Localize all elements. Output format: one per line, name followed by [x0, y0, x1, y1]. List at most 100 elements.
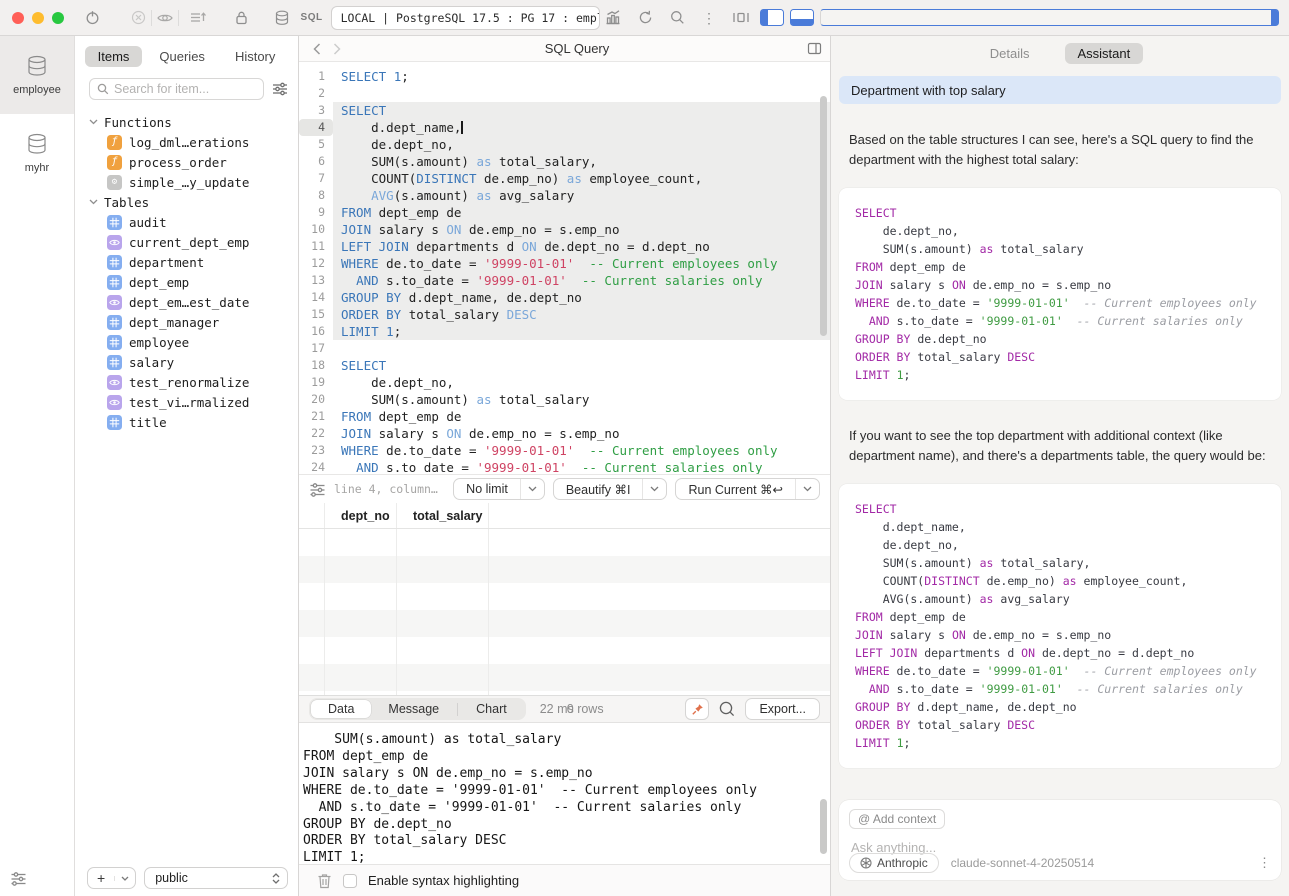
connection-status-icon[interactable]	[84, 6, 102, 30]
results-tab-data[interactable]: Data	[311, 700, 371, 718]
tree-item-process_order[interactable]: ƒprocess_order	[89, 152, 298, 172]
editor-line-code[interactable]: COUNT(DISTINCT de.emp_no) as employee_co…	[333, 170, 830, 187]
tree-item-test_virmalized[interactable]: test_vi…rmalized	[89, 392, 298, 412]
add-item-chevron[interactable]	[114, 876, 135, 881]
editor-line-code[interactable]: LIMIT 1;	[333, 323, 830, 340]
editor-line-code[interactable]: GROUP BY d.dept_name, de.dept_no	[333, 289, 830, 306]
tree-item-log_dmlerations[interactable]: ƒlog_dml…erations	[89, 132, 298, 152]
pin-results-button[interactable]	[685, 698, 709, 720]
editor-line-code[interactable]: JOIN salary s ON de.emp_no = s.emp_no	[333, 425, 830, 442]
results-tab-chart[interactable]: Chart	[459, 700, 524, 718]
toggle-left-panel-button[interactable]	[760, 9, 784, 26]
chevron-down-icon[interactable]	[520, 479, 544, 499]
toggle-right-panel-button[interactable]	[820, 9, 1279, 26]
refresh-icon[interactable]	[632, 6, 658, 30]
chart-icon[interactable]	[600, 6, 626, 30]
close-window-button[interactable]	[12, 12, 24, 24]
sidebar-tab-items[interactable]: Items	[85, 46, 143, 67]
editor-line-code[interactable]: AVG(s.amount) as avg_salary	[333, 187, 830, 204]
tree-item-dept_manager[interactable]: dept_manager	[89, 312, 298, 332]
editor-line-code[interactable]: SELECT	[333, 102, 830, 119]
more-options-icon[interactable]: ⋮	[696, 6, 722, 30]
editor-line-code[interactable]	[333, 340, 830, 357]
tree-section-tables[interactable]: Tables	[89, 192, 298, 212]
nav-back-icon[interactable]	[307, 43, 327, 55]
rail-item-employee[interactable]: employee	[0, 36, 74, 114]
editor-line-code[interactable]: SUM(s.amount) as total_salary,	[333, 153, 830, 170]
row-limit-button[interactable]: No limit	[453, 478, 545, 500]
message-scrollbar[interactable]	[820, 799, 827, 854]
chevron-down-icon[interactable]	[642, 479, 666, 499]
rail-item-myhr[interactable]: myhr	[0, 114, 74, 192]
tree-item-dept_emp[interactable]: dept_emp	[89, 272, 298, 292]
sidebar-tab-queries[interactable]: Queries	[146, 46, 218, 67]
editor-line-code[interactable]: WHERE de.to_date = '9999-01-01' -- Curre…	[333, 442, 830, 459]
editor-line-code[interactable]: AND s.to_date = '9999-01-01' -- Current …	[333, 459, 830, 474]
editor-line-code[interactable]: WHERE de.to_date = '9999-01-01' -- Curre…	[333, 255, 830, 272]
message-panel[interactable]: SUM(s.amount) as total_salaryFROM dept_e…	[299, 723, 830, 864]
split-editor-icon[interactable]	[807, 42, 822, 55]
editor-line-code[interactable]: FROM dept_emp de	[333, 204, 830, 221]
tree-item-audit[interactable]: audit	[89, 212, 298, 232]
syntax-highlighting-checkbox[interactable]	[343, 874, 357, 888]
editor-line-code[interactable]: JOIN salary s ON de.emp_no = s.emp_no	[333, 221, 830, 238]
search-icon[interactable]	[664, 6, 690, 30]
preview-eye-icon[interactable]	[156, 6, 174, 30]
column-header-total_salary[interactable]: total_salary	[397, 503, 489, 528]
row-number-gutter[interactable]	[299, 503, 325, 528]
zoom-window-button[interactable]	[52, 12, 64, 24]
provider-select[interactable]: Anthropic	[849, 853, 939, 873]
window-layout-icon[interactable]	[728, 6, 754, 30]
search-results-icon[interactable]	[718, 700, 736, 718]
sql-editor[interactable]: 1SELECT 1;23SELECT4 d.dept_name,5 de.dep…	[299, 62, 830, 474]
beautify-button[interactable]: Beautify ⌘I	[553, 478, 668, 500]
results-empty-row[interactable]	[299, 556, 830, 583]
export-button[interactable]: Export...	[745, 698, 820, 720]
results-empty-row[interactable]	[299, 583, 830, 610]
lock-icon[interactable]	[233, 6, 251, 30]
tree-item-department[interactable]: department	[89, 252, 298, 272]
tree-item-title[interactable]: title	[89, 412, 298, 432]
clear-messages-trash-icon[interactable]	[317, 873, 332, 889]
rail-filter-icon[interactable]	[10, 871, 27, 886]
editor-line-code[interactable]: de.dept_no,	[333, 136, 830, 153]
model-name[interactable]: claude-sonnet-4-20250514	[951, 856, 1094, 870]
right-tab-details[interactable]: Details	[977, 43, 1043, 64]
conversation-title-banner[interactable]: Department with top salary	[839, 76, 1281, 104]
window-title-field[interactable]: LOCAL | PostgreSQL 17.5 : PG 17 : employ…	[331, 6, 600, 30]
results-empty-row[interactable]	[299, 637, 830, 664]
tree-item-current_dept_emp[interactable]: current_dept_emp	[89, 232, 298, 252]
column-header-dept_no[interactable]: dept_no	[325, 503, 397, 528]
item-search-input[interactable]: Search for item...	[89, 78, 264, 100]
minimize-window-button[interactable]	[32, 12, 44, 24]
add-item-button[interactable]: +	[87, 867, 136, 889]
database-icon[interactable]	[273, 6, 291, 30]
composer-more-icon[interactable]: ⋮	[1258, 855, 1271, 871]
chevron-down-icon[interactable]	[795, 479, 819, 499]
toggle-bottom-panel-button[interactable]	[790, 9, 814, 26]
tree-item-employee[interactable]: employee	[89, 332, 298, 352]
results-empty-row[interactable]	[299, 529, 830, 556]
tree-section-functions[interactable]: Functions	[89, 112, 298, 132]
run-current-button[interactable]: Run Current ⌘↩	[675, 478, 820, 500]
tree-item-dept_emest_date[interactable]: dept_em…est_date	[89, 292, 298, 312]
editor-line-code[interactable]: SUM(s.amount) as total_salary	[333, 391, 830, 408]
nav-forward-icon[interactable]	[327, 43, 347, 55]
sidebar-filter-icon[interactable]	[272, 82, 288, 96]
add-context-chip[interactable]: @ Add context	[849, 809, 945, 829]
editor-line-code[interactable]: SELECT	[333, 357, 830, 374]
commit-changes-icon[interactable]	[189, 6, 207, 30]
editor-line-code[interactable]: ORDER BY total_salary DESC	[333, 306, 830, 323]
editor-line-code[interactable]	[333, 85, 830, 102]
tree-item-simple_y_update[interactable]: ⚙simple_…y_update	[89, 172, 298, 192]
results-tab-message[interactable]: Message	[371, 700, 456, 718]
results-empty-row[interactable]	[299, 664, 830, 691]
editor-line-code[interactable]: FROM dept_emp de	[333, 408, 830, 425]
editor-settings-icon[interactable]	[309, 482, 326, 497]
results-empty-row[interactable]	[299, 610, 830, 637]
tree-item-salary[interactable]: salary	[89, 352, 298, 372]
editor-scrollbar[interactable]	[820, 96, 827, 336]
schema-select[interactable]: public	[144, 867, 288, 889]
tree-item-test_renormalize[interactable]: test_renormalize	[89, 372, 298, 392]
editor-line-code[interactable]: SELECT 1;	[333, 68, 830, 85]
